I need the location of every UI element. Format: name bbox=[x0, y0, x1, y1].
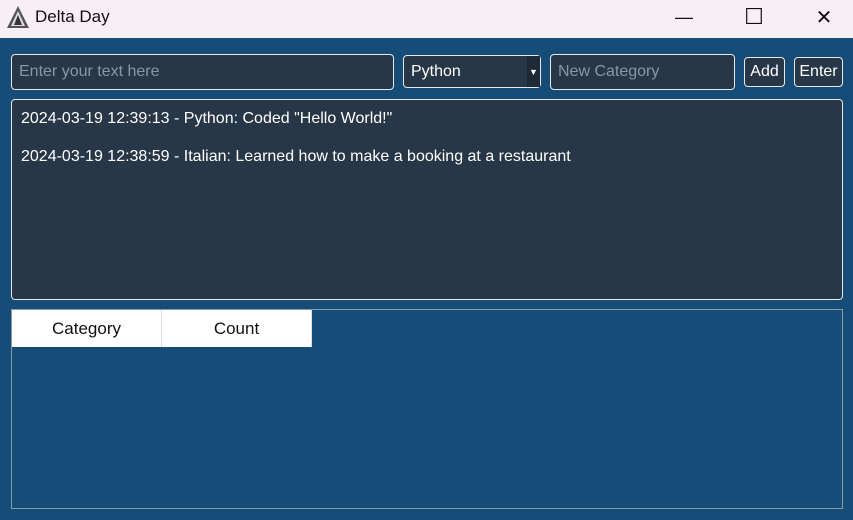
log-list[interactable]: 2024-03-19 12:39:13 - Python: Coded "Hel… bbox=[11, 99, 843, 300]
minimize-button[interactable]: — bbox=[661, 0, 707, 34]
title-bar: Delta Day — ☐ ✕ bbox=[0, 0, 853, 38]
close-button[interactable]: ✕ bbox=[801, 0, 847, 34]
new-category-placeholder: New Category bbox=[558, 63, 660, 80]
category-select[interactable]: Python ▼ bbox=[403, 55, 541, 88]
category-selected: Python bbox=[411, 62, 461, 80]
add-button[interactable]: Add bbox=[744, 57, 785, 87]
delta-logo-icon bbox=[7, 6, 29, 28]
entry-placeholder: Enter your text here bbox=[19, 63, 160, 80]
column-header-count[interactable]: Count bbox=[162, 310, 312, 347]
chevron-down-icon: ▼ bbox=[527, 56, 540, 87]
log-entry: 2024-03-19 12:39:13 - Python: Coded "Hel… bbox=[21, 110, 393, 127]
log-entry: 2024-03-19 12:38:59 - Italian: Learned h… bbox=[21, 148, 571, 165]
window-title: Delta Day bbox=[35, 7, 110, 26]
new-category-input[interactable]: New Category bbox=[550, 54, 735, 90]
entry-text-input[interactable]: Enter your text here bbox=[11, 54, 394, 90]
category-count-table[interactable]: Category Count bbox=[11, 309, 843, 509]
column-header-category[interactable]: Category bbox=[12, 310, 162, 347]
maximize-button[interactable]: ☐ bbox=[731, 0, 777, 34]
enter-button[interactable]: Enter bbox=[794, 57, 843, 87]
